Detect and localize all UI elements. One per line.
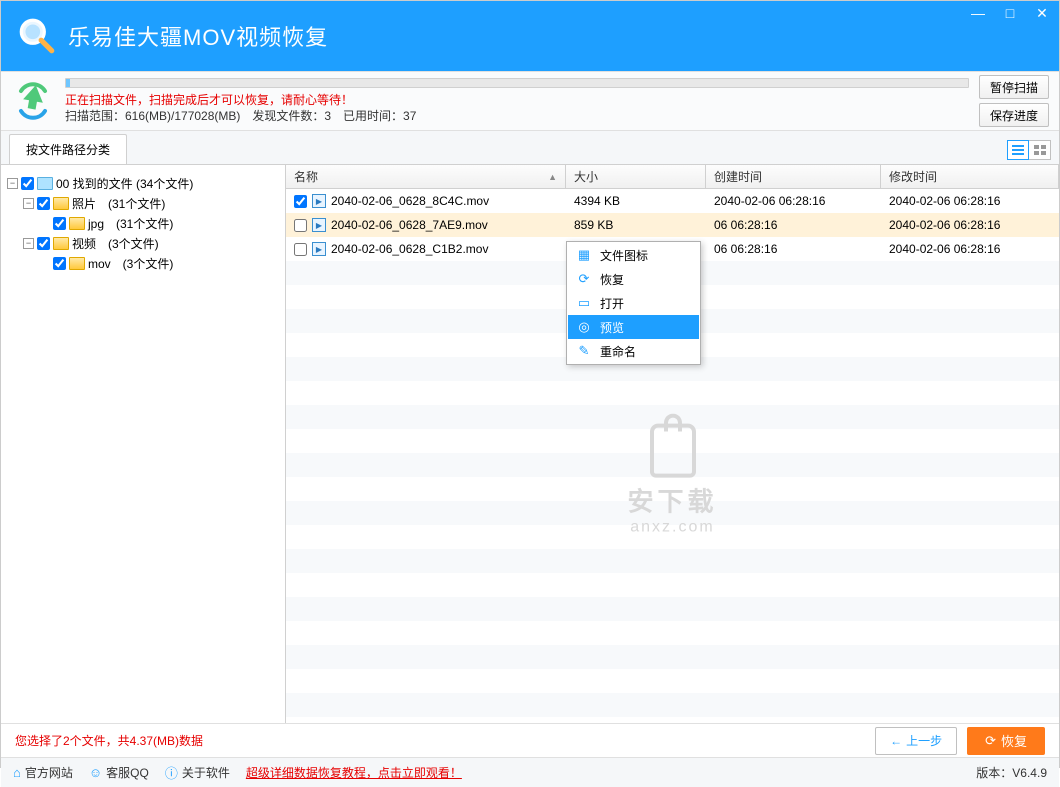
version-label: 版本：V6.4.9 [976,764,1047,781]
file-size: 4394 KB [566,194,706,208]
tree-collapse-icon[interactable]: − [23,198,34,209]
folder-icon [53,197,69,210]
app-logo-icon [16,15,58,57]
sort-asc-icon: ▲ [548,172,557,182]
tree-collapse-icon[interactable]: − [23,238,34,249]
prev-step-button[interactable]: ← 上一步 [875,727,957,755]
tree-photo-checkbox[interactable] [37,197,50,210]
folder-icon [69,217,85,230]
mov-file-icon: ▶ [312,194,326,208]
refresh-icon: ⟳ [576,271,592,287]
tab-path-classify[interactable]: 按文件路径分类 [9,134,127,164]
tree-video-label[interactable]: 视频 (3个文件) [72,235,159,252]
file-row[interactable]: ▶ 2040-02-06_0628_7AE9.mov 859 KB 06 06:… [286,213,1059,237]
mov-file-icon: ▶ [312,242,326,256]
file-checkbox[interactable] [294,195,307,208]
pause-scan-button[interactable]: 暂停扫描 [979,75,1049,99]
support-icon: ☺ [89,765,102,780]
file-ctime: 2040-02-06 06:28:16 [706,194,881,208]
mov-file-icon: ▶ [312,218,326,232]
column-ctime[interactable]: 创建时间 [706,165,881,188]
tree-jpg-label[interactable]: jpg (31个文件) [88,215,173,232]
info-icon: ⓘ [165,763,178,782]
watermark-lock-icon [649,424,695,478]
list-header: 名称▲ 大小 创建时间 修改时间 [286,165,1059,189]
tree-mov-label[interactable]: mov (3个文件) [88,255,173,272]
selection-status-bar: 您选择了2个文件，共4.37(MB)数据 ← 上一步 ⟳ 恢复 [1,723,1059,757]
support-qq-link[interactable]: ☺客服QQ [89,764,149,781]
file-mtime: 2040-02-06 06:28:16 [881,242,1059,256]
file-list: 名称▲ 大小 创建时间 修改时间 安下载 anxz.com ▶ 2040-02-… [286,165,1059,723]
tree-root-checkbox[interactable] [21,177,34,190]
folder-tree[interactable]: − 00 找到的文件 (34个文件) − 照片 (31个文件) jpg (31个… [1,165,286,723]
scan-status-bar: 正在扫描文件，扫描完成后才可以恢复，请耐心等待！ 扫描范围：616(MB)/17… [1,71,1059,131]
ctx-rename[interactable]: ✎ 重命名 [568,339,699,363]
scan-range-text: 扫描范围：616(MB)/177028(MB) 发现文件数：3 已用时间：37 [65,108,969,124]
recover-button[interactable]: ⟳ 恢复 [967,727,1045,755]
minimize-button[interactable]: — [969,5,987,22]
grid-view-button[interactable] [1029,140,1051,160]
file-checkbox[interactable] [294,219,307,232]
file-mtime: 2040-02-06 06:28:16 [881,218,1059,232]
file-name: 2040-02-06_0628_8C4C.mov [331,194,489,208]
tutorial-link[interactable]: 超级详细数据恢复教程，点击立即观看！ [246,764,462,781]
column-name[interactable]: 名称▲ [286,165,566,188]
app-title: 乐易佳大疆MOV视频恢复 [68,20,328,52]
list-view-button[interactable] [1007,140,1029,160]
title-bar: 乐易佳大疆MOV视频恢复 — □ ✕ [1,1,1059,71]
watermark: 安下载 anxz.com [627,424,717,537]
official-site-link[interactable]: ⌂官方网站 [13,764,73,781]
maximize-button[interactable]: □ [1001,5,1019,22]
tab-bar: 按文件路径分类 [1,131,1059,165]
tree-mov-checkbox[interactable] [53,257,66,270]
tree-root-label[interactable]: 00 找到的文件 (34个文件) [56,175,193,192]
file-name: 2040-02-06_0628_C1B2.mov [331,242,488,256]
tree-jpg-checkbox[interactable] [53,217,66,230]
file-mtime: 2040-02-06 06:28:16 [881,194,1059,208]
scan-progress-bar [65,78,969,88]
save-progress-button[interactable]: 保存进度 [979,103,1049,127]
folder-icon [69,257,85,270]
close-button[interactable]: ✕ [1033,5,1051,22]
selection-text: 您选择了2个文件，共4.37(MB)数据 [15,732,203,749]
ctx-open[interactable]: ▭ 打开 [568,291,699,315]
tree-photo-label[interactable]: 照片 (31个文件) [72,195,165,212]
context-menu: ▦ 文件图标 ⟳ 恢复 ▭ 打开 ◎ 预览 ✎ 重命名 [566,241,701,365]
column-size[interactable]: 大小 [566,165,706,188]
document-icon: ▭ [576,295,592,311]
grid-icon: ▦ [576,247,592,263]
arrow-left-icon: ← [890,734,902,748]
file-size: 859 KB [566,218,706,232]
tree-collapse-icon[interactable]: − [7,178,18,189]
file-name: 2040-02-06_0628_7AE9.mov [331,218,488,232]
recycle-icon [11,79,55,123]
rename-icon: ✎ [576,343,592,359]
about-link[interactable]: ⓘ关于软件 [165,763,230,782]
refresh-icon: ⟳ [985,733,996,749]
file-ctime: 06 06:28:16 [706,218,881,232]
ctx-preview[interactable]: ◎ 预览 [568,315,699,339]
file-ctime: 06 06:28:16 [706,242,881,256]
footer-bar: ⌂官方网站 ☺客服QQ ⓘ关于软件 超级详细数据恢复教程，点击立即观看！ 版本：… [1,757,1059,787]
home-icon: ⌂ [13,765,21,780]
preview-icon: ◎ [576,319,592,335]
scan-status-text: 正在扫描文件，扫描完成后才可以恢复，请耐心等待！ [65,92,969,108]
ctx-icon-view[interactable]: ▦ 文件图标 [568,243,699,267]
tree-video-checkbox[interactable] [37,237,50,250]
file-row[interactable]: ▶ 2040-02-06_0628_8C4C.mov 4394 KB 2040-… [286,189,1059,213]
column-mtime[interactable]: 修改时间 [881,165,1059,188]
file-checkbox[interactable] [294,243,307,256]
drive-icon [37,177,53,190]
main-area: − 00 找到的文件 (34个文件) − 照片 (31个文件) jpg (31个… [1,165,1059,723]
ctx-recover[interactable]: ⟳ 恢复 [568,267,699,291]
folder-icon [53,237,69,250]
